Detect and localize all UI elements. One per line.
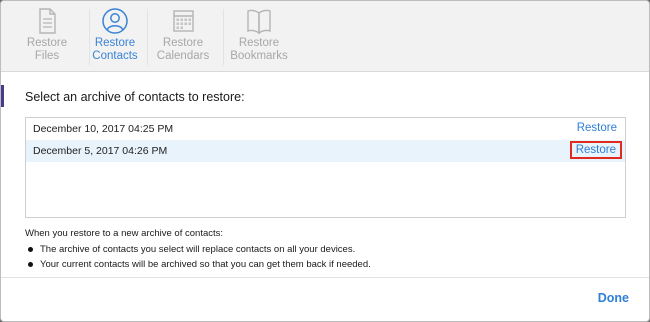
archive-row[interactable]: December 10, 2017 04:25 PM Restore xyxy=(26,118,625,140)
tab-restore-contacts[interactable]: Restore Contacts xyxy=(81,7,149,67)
contacts-icon xyxy=(102,8,128,34)
document-icon xyxy=(39,8,56,34)
done-button[interactable]: Done xyxy=(598,291,629,305)
restore-dialog: Restore Files Restore Contacts Restore C… xyxy=(0,0,650,322)
toolbar-divider xyxy=(223,9,224,65)
archive-date: December 5, 2017 04:26 PM xyxy=(33,145,168,157)
tab-restore-bookmarks[interactable]: Restore Bookmarks xyxy=(225,7,293,67)
info-bullet: The archive of contacts you select will … xyxy=(25,243,625,256)
archive-prompt: Select an archive of contacts to restore… xyxy=(25,90,245,104)
tab-restore-files[interactable]: Restore Files xyxy=(13,7,81,67)
tab-restore-calendars[interactable]: Restore Calendars xyxy=(149,7,217,67)
archive-list: December 10, 2017 04:25 PM Restore Decem… xyxy=(25,117,626,218)
info-heading: When you restore to a new archive of con… xyxy=(25,228,224,239)
tab-label: Restore Files xyxy=(26,37,68,62)
info-bullet: Your current contacts will be archived s… xyxy=(25,258,625,271)
archive-row-selected[interactable]: December 5, 2017 04:26 PM Restore xyxy=(26,140,625,162)
tab-label: Restore Bookmarks xyxy=(230,37,288,62)
restore-link[interactable]: Restore xyxy=(577,122,617,134)
tab-label: Restore Contacts xyxy=(92,37,138,62)
restore-info: When you restore to a new archive of con… xyxy=(25,228,625,273)
book-icon xyxy=(247,9,271,35)
tab-label: Restore Calendars xyxy=(156,37,210,62)
footer-divider xyxy=(1,277,649,278)
archive-date: December 10, 2017 04:25 PM xyxy=(33,123,174,135)
window-edge-accent xyxy=(1,85,4,107)
toolbar-divider xyxy=(147,9,148,65)
restore-link-highlighted[interactable]: Restore xyxy=(569,141,622,159)
calendar-icon xyxy=(173,10,194,32)
toolbar: Restore Files Restore Contacts Restore C… xyxy=(1,1,649,72)
